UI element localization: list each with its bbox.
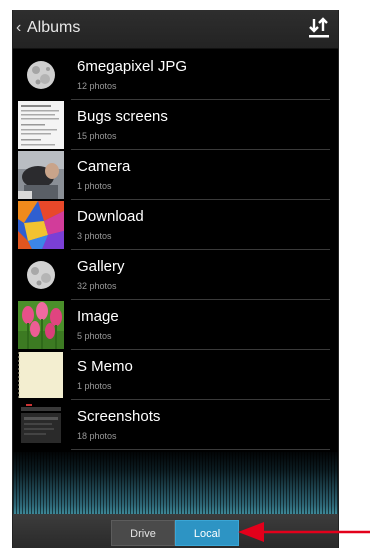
wallpaper-strip (13, 452, 338, 514)
album-title: 6megapixel JPG (77, 58, 188, 75)
album-title: Screenshots (77, 408, 161, 425)
album-photo-count: 32 photos (77, 281, 117, 291)
album-title: S Memo (77, 358, 133, 375)
album-thumbnail (18, 301, 64, 349)
abstract-art-thumbnail-icon (18, 201, 64, 249)
action-bar: ‹ Albums (13, 10, 338, 49)
album-row-bugs-screens[interactable]: Bugs screens 15 photos (13, 100, 338, 150)
album-thumbnail (18, 401, 64, 449)
album-title: Download (77, 208, 144, 225)
album-list: 6megapixel JPG 12 photos Bugs screens 15… (13, 50, 338, 450)
album-row-image[interactable]: Image 5 photos (13, 300, 338, 350)
album-thumbnail (18, 51, 64, 99)
album-row-download[interactable]: Download 3 photos (13, 200, 338, 250)
album-photo-count: 5 photos (77, 331, 112, 341)
album-row-6megapixel-jpg[interactable]: 6megapixel JPG 12 photos (13, 50, 338, 100)
album-thumbnail (18, 101, 64, 149)
album-title: Bugs screens (77, 108, 168, 125)
document-thumbnail-icon (18, 101, 64, 149)
divider (71, 449, 330, 450)
album-photo-count: 1 photos (77, 181, 112, 191)
album-thumbnail (18, 201, 64, 249)
moon-thumbnail-icon (18, 251, 64, 299)
album-row-screenshots[interactable]: Screenshots 18 photos (13, 400, 338, 450)
annotation-arrow-icon (238, 522, 370, 542)
gallery-screen: ‹ Albums 6megapixel JPG 12 photos Bugs s… (12, 10, 339, 548)
album-thumbnail (18, 151, 64, 199)
album-row-gallery[interactable]: Gallery 32 photos (13, 250, 338, 300)
local-tab-button[interactable]: Local (175, 520, 239, 546)
drive-tab-button[interactable]: Drive (111, 520, 175, 546)
album-thumbnail (18, 251, 64, 299)
album-row-camera[interactable]: Camera 1 photos (13, 150, 338, 200)
album-photo-count: 12 photos (77, 81, 117, 91)
back-chevron-icon[interactable]: ‹ (16, 19, 21, 37)
sort-arrows-icon[interactable] (308, 16, 330, 40)
moon-thumbnail-icon (18, 51, 64, 99)
page-title[interactable]: Albums (27, 19, 80, 37)
album-photo-count: 18 photos (77, 431, 117, 441)
camera-photo-thumbnail-icon (18, 151, 64, 199)
album-title: Image (77, 308, 119, 325)
album-photo-count: 15 photos (77, 131, 117, 141)
album-title: Gallery (77, 258, 125, 275)
tulips-thumbnail-icon (18, 301, 64, 349)
album-title: Camera (77, 158, 131, 175)
screenshot-thumbnail-icon (18, 401, 64, 449)
album-photo-count: 3 photos (77, 231, 112, 241)
album-thumbnail (18, 351, 64, 399)
memo-thumbnail-icon (18, 351, 64, 399)
album-row-s-memo[interactable]: S Memo 1 photos (13, 350, 338, 400)
album-photo-count: 1 photos (77, 381, 112, 391)
